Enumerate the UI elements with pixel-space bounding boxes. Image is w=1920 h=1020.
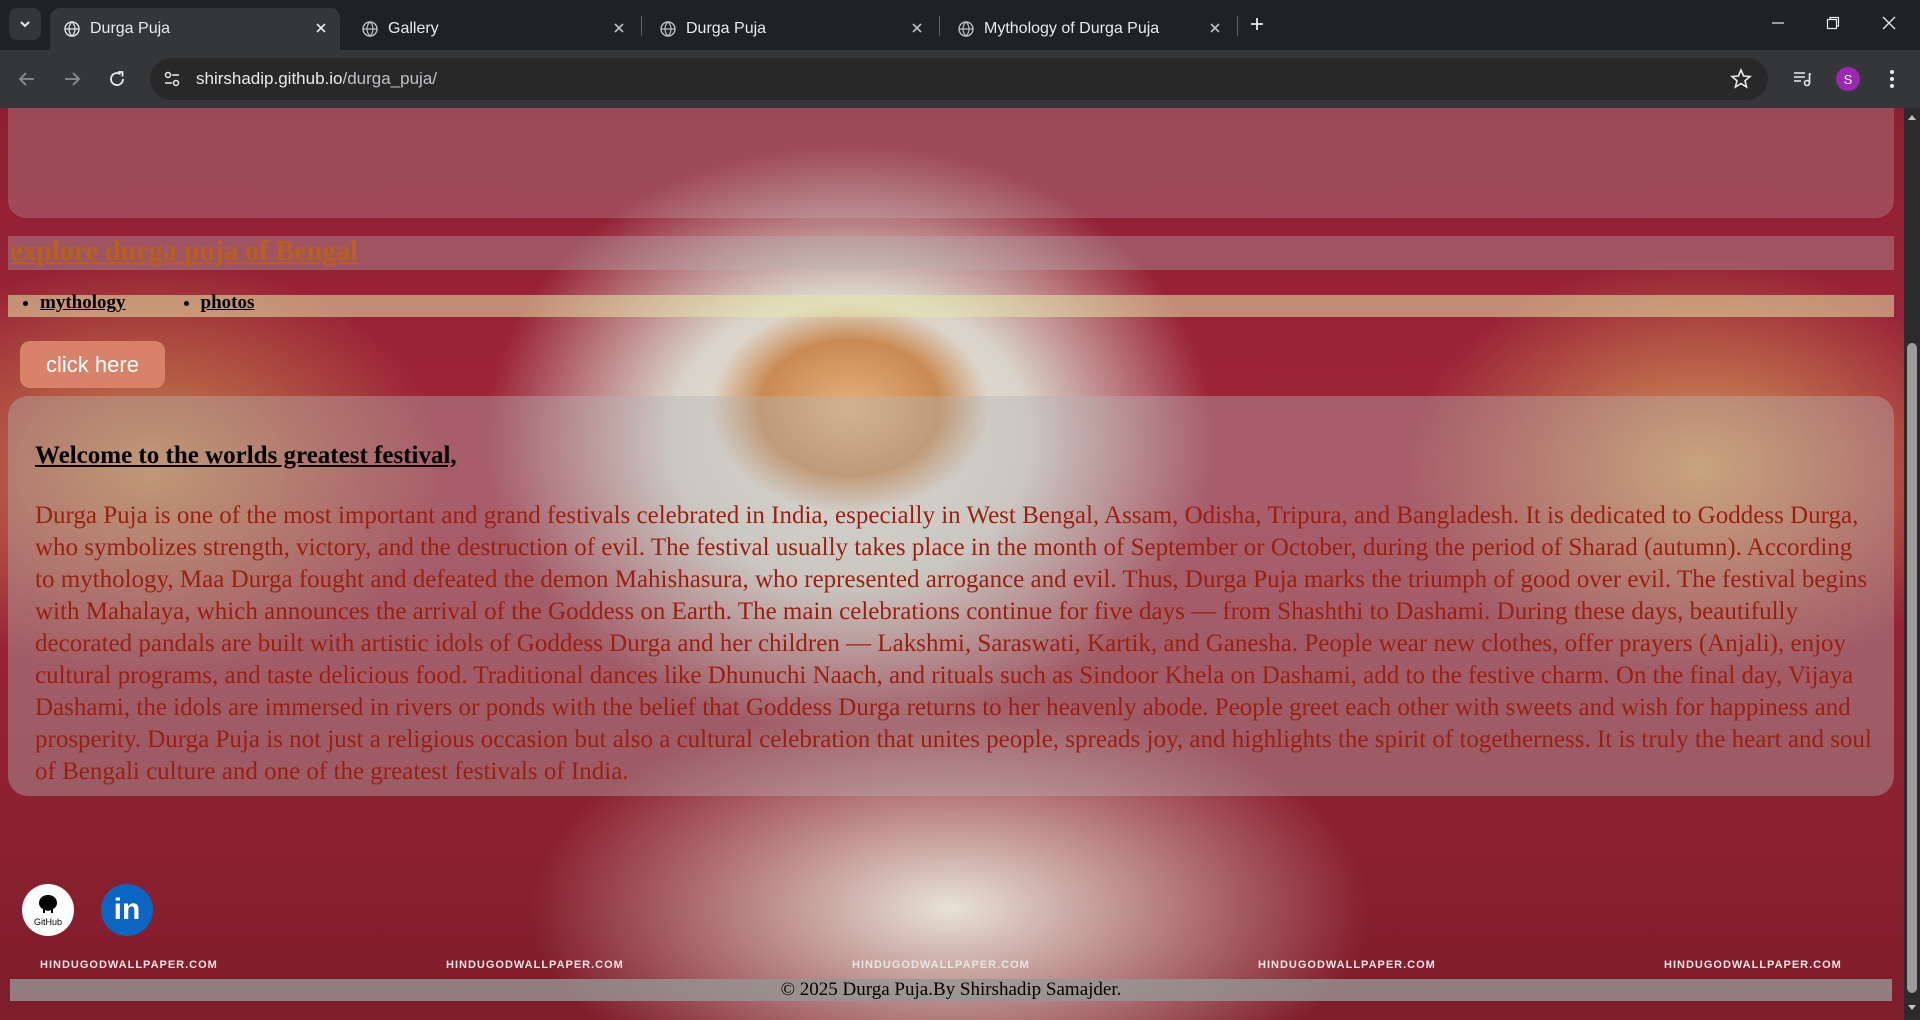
watermark-text: HINDUGODWALLPAPER.COM <box>1664 959 1842 971</box>
tab-close-icon[interactable] <box>310 17 332 39</box>
watermark-text: HINDUGODWALLPAPER.COM <box>852 959 1030 971</box>
scrollbar-thumb[interactable] <box>1907 343 1917 993</box>
kebab-menu-icon <box>1890 70 1894 88</box>
globe-icon <box>362 21 378 37</box>
linkedin-icon: in <box>113 893 141 926</box>
forward-button[interactable] <box>57 64 87 94</box>
nav-item-photos: photos <box>201 292 255 314</box>
url-text[interactable]: shirshadip.github.io/durga_puja/ <box>196 69 437 89</box>
url-path: /durga_puja/ <box>342 69 438 88</box>
tab-mythology[interactable]: Mythology of Durga Puja <box>944 8 1234 50</box>
tab-gallery[interactable]: Gallery <box>348 8 638 50</box>
nav-link-photos[interactable]: photos <box>201 292 255 313</box>
media-controls-button[interactable] <box>1787 64 1817 94</box>
close-icon <box>1882 16 1896 30</box>
github-icon <box>39 895 57 913</box>
watermark-text: HINDUGODWALLPAPER.COM <box>1258 959 1436 971</box>
tab-durga-puja-active[interactable]: Durga Puja <box>50 8 340 50</box>
article-paragraph: Durga Puja is one of the most important … <box>35 502 1872 785</box>
playlist-icon <box>1794 72 1811 87</box>
reload-icon <box>110 71 124 86</box>
url-host: shirshadip.github.io <box>196 69 343 88</box>
nav-link-mythology[interactable]: mythology <box>40 292 126 313</box>
avatar: S <box>1836 67 1860 91</box>
tab-separator <box>1237 16 1238 36</box>
tab-separator <box>939 16 940 36</box>
back-button[interactable] <box>12 64 42 94</box>
globe-icon <box>64 21 80 37</box>
restore-button[interactable] <box>1810 4 1856 42</box>
minimize-icon <box>1772 22 1784 24</box>
watermark-text: HINDUGODWALLPAPER.COM <box>40 959 218 971</box>
tab-close-icon[interactable] <box>608 17 630 39</box>
browser-tabstrip: Durga Puja Gallery Durga Puja Mythology … <box>0 0 1920 50</box>
close-window-button[interactable] <box>1866 4 1912 42</box>
page-viewport: explore durga puja of Bengal mythology p… <box>0 108 1904 1020</box>
tab-separator <box>641 16 642 36</box>
site-info-icon[interactable] <box>162 69 182 89</box>
tab-title: Durga Puja <box>686 20 767 37</box>
linkedin-link[interactable]: in <box>101 884 153 936</box>
chevron-down-icon <box>20 21 30 28</box>
tab-close-icon[interactable] <box>1204 17 1226 39</box>
welcome-heading: Welcome to the worlds greatest festival, <box>35 442 457 469</box>
nav-item-mythology: mythology <box>40 292 126 314</box>
site-heading[interactable]: explore durga puja of Bengal <box>10 236 358 268</box>
tab-close-icon[interactable] <box>906 17 928 39</box>
header-panel <box>8 108 1894 218</box>
globe-icon <box>958 21 974 37</box>
address-bar[interactable]: shirshadip.github.io/durga_puja/ <box>150 58 1768 100</box>
nav-menu: mythology photos <box>40 292 329 314</box>
tab-search-button[interactable] <box>9 8 41 40</box>
reload-button[interactable] <box>102 64 132 94</box>
globe-icon <box>660 21 676 37</box>
page-footer: © 2025 Durga Puja.By Shirshadip Samajder… <box>10 979 1892 1001</box>
minimize-button[interactable] <box>1755 4 1801 42</box>
page-scrollbar[interactable] <box>1904 108 1920 1020</box>
profile-button[interactable]: S <box>1833 64 1863 94</box>
github-label: GitHub <box>33 917 62 927</box>
bookmark-star-icon[interactable] <box>1730 68 1752 90</box>
tab-durga-puja[interactable]: Durga Puja <box>646 8 936 50</box>
arrow-right-icon <box>65 72 81 86</box>
new-tab-button[interactable] <box>1243 10 1271 38</box>
click-here-button[interactable]: click here <box>20 341 165 388</box>
tab-title: Durga Puja <box>90 20 171 37</box>
restore-icon <box>1826 16 1840 30</box>
tab-title: Gallery <box>388 20 439 37</box>
watermark-text: HINDUGODWALLPAPER.COM <box>446 959 624 971</box>
arrow-left-icon <box>18 72 34 86</box>
tab-title: Mythology of Durga Puja <box>984 20 1160 37</box>
scroll-up-arrow-icon[interactable] <box>1907 112 1917 122</box>
browser-menu-button[interactable] <box>1877 64 1907 94</box>
plus-icon <box>1251 18 1263 30</box>
scroll-down-arrow-icon[interactable] <box>1907 1003 1917 1013</box>
image-watermarks: HINDUGODWALLPAPER.COM HINDUGODWALLPAPER.… <box>0 959 1904 973</box>
github-link[interactable]: GitHub <box>22 884 74 936</box>
browser-toolbar: shirshadip.github.io/durga_puja/ S <box>0 50 1920 108</box>
